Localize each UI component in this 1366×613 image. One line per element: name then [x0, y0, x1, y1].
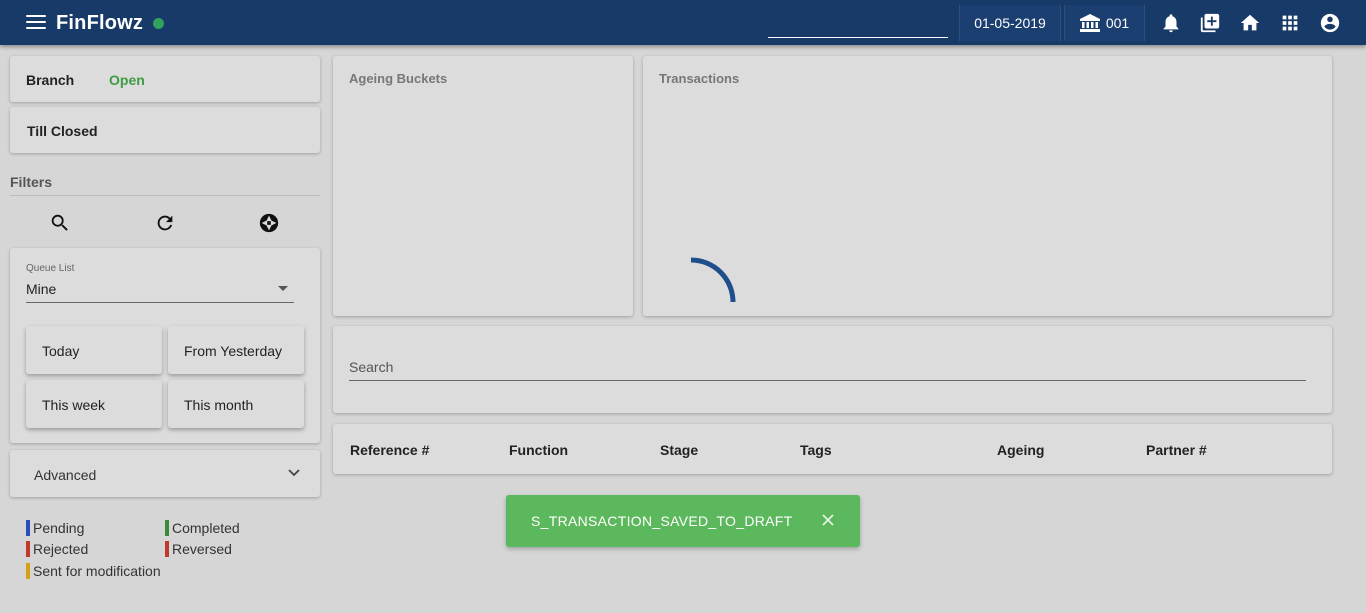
legend-completed: Completed — [165, 520, 240, 536]
online-status-dot — [153, 18, 164, 29]
loading-spinner-icon — [690, 257, 736, 303]
bank-icon — [1079, 14, 1100, 32]
legend-sent-for-modification: Sent for modification — [26, 563, 161, 579]
ageing-buckets-panel: Ageing Buckets — [333, 56, 633, 316]
menu-icon[interactable] — [26, 15, 46, 31]
top-bar: FinFlowz 01-05-2019 001 — [0, 0, 1366, 45]
column-function[interactable]: Function — [509, 442, 568, 458]
today-button[interactable]: Today — [26, 326, 162, 374]
column-partner[interactable]: Partner # — [1146, 442, 1207, 458]
queue-list-value: Mine — [26, 281, 57, 297]
ageing-buckets-title: Ageing Buckets — [349, 71, 448, 86]
branch-selector[interactable]: 001 — [1064, 5, 1145, 41]
branch-code-text: 001 — [1105, 15, 1130, 31]
queue-list-select[interactable]: Mine — [26, 281, 294, 303]
this-week-button[interactable]: This week — [26, 380, 162, 428]
branch-label: Branch — [26, 72, 75, 88]
column-stage[interactable]: Stage — [660, 442, 698, 458]
apps-grid-icon[interactable] — [1279, 12, 1301, 34]
search-icon[interactable] — [49, 212, 71, 234]
transactions-title: Transactions — [659, 71, 740, 86]
app-title: FinFlowz — [56, 12, 144, 34]
add-box-icon[interactable] — [1199, 12, 1221, 34]
column-tags[interactable]: Tags — [800, 442, 832, 458]
queue-filter-card: Queue List Mine Today From Yesterday Thi… — [10, 248, 320, 443]
aperture-icon[interactable] — [258, 212, 280, 234]
chevron-down-icon — [288, 469, 300, 477]
bell-icon[interactable] — [1160, 12, 1182, 34]
filters-heading: Filters — [10, 174, 53, 190]
column-ageing[interactable]: Ageing — [997, 442, 1044, 458]
branch-status-card: Branch Open — [10, 56, 320, 102]
branch-status-value: Open — [109, 72, 145, 88]
this-month-button[interactable]: This month — [168, 380, 304, 428]
transactions-panel: Transactions — [643, 56, 1332, 316]
dropdown-caret-icon — [278, 286, 288, 291]
from-yesterday-button[interactable]: From Yesterday — [168, 326, 304, 374]
home-icon[interactable] — [1239, 12, 1261, 34]
till-status-card: Till Closed — [10, 107, 320, 153]
column-reference[interactable]: Reference # — [350, 442, 429, 458]
date-display[interactable]: 01-05-2019 — [959, 5, 1061, 41]
advanced-label: Advanced — [34, 467, 97, 483]
legend-rejected: Rejected — [26, 541, 88, 557]
date-text: 01-05-2019 — [974, 15, 1046, 31]
legend-pending: Pending — [26, 520, 84, 536]
close-icon[interactable] — [822, 514, 834, 526]
toast-message: S_TRANSACTION_SAVED_TO_DRAFT — [531, 513, 793, 529]
queue-list-label: Queue List — [26, 263, 75, 274]
transactions-table-header: Reference # Function Stage Tags Ageing P… — [333, 424, 1332, 474]
filters-divider — [10, 195, 320, 196]
advanced-filters-toggle[interactable]: Advanced — [10, 450, 320, 497]
till-status-label: Till Closed — [27, 123, 98, 139]
refresh-icon[interactable] — [154, 212, 176, 234]
notification-toast: S_TRANSACTION_SAVED_TO_DRAFT — [506, 495, 860, 547]
header-search-input[interactable] — [768, 10, 948, 38]
account-circle-icon[interactable] — [1319, 12, 1341, 34]
legend-reversed: Reversed — [165, 541, 232, 557]
search-input[interactable]: Search — [349, 356, 1306, 381]
search-card: Search — [333, 326, 1332, 413]
